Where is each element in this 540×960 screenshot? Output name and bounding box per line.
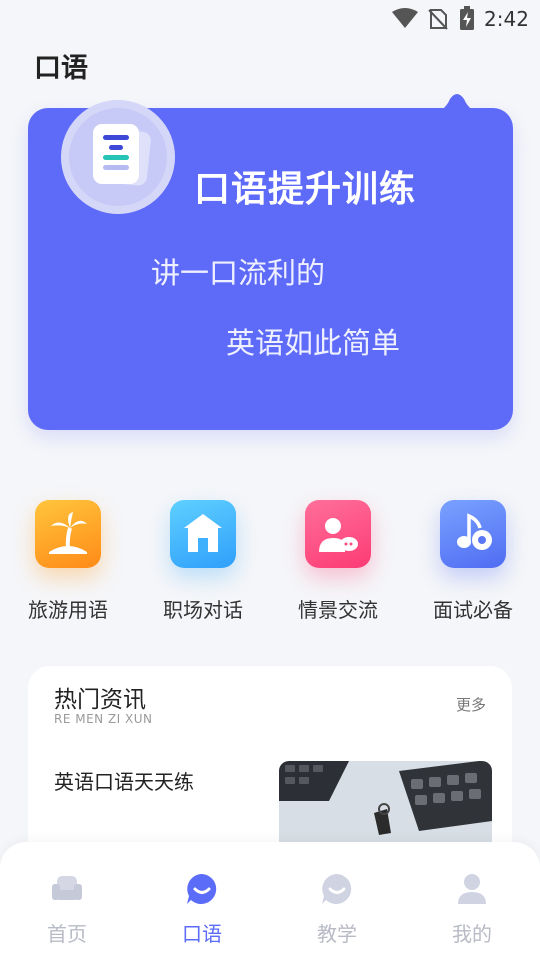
more-link[interactable]: 更多 (456, 694, 486, 715)
document-cards-icon (93, 124, 151, 186)
music-note-icon (457, 513, 492, 550)
nav-label: 口语 (182, 922, 222, 946)
status-time: 2:42 (484, 7, 529, 31)
hero-tagline-2: 英语如此简单 (226, 326, 401, 360)
battery-charging-icon (460, 6, 474, 30)
page-title: 口语 (34, 53, 88, 84)
news-section-title: 热门资讯 (54, 687, 146, 713)
hero-title: 口语提升训练 (194, 169, 417, 210)
nav-label: 我的 (452, 922, 492, 946)
nav-home[interactable]: 首页 (17, 872, 117, 952)
nav-mine[interactable]: 我的 (422, 872, 522, 952)
category-scenario[interactable]: 情景交流 (283, 500, 393, 630)
news-section-subtitle: RE MEN ZI XUN (54, 712, 153, 726)
chat-bubble-icon (187, 874, 217, 904)
palm-tree-icon (49, 512, 87, 554)
category-label: 职场对话 (163, 598, 243, 622)
hero-notch (430, 94, 484, 113)
sofa-icon (52, 876, 82, 900)
category-travel[interactable]: 旅游用语 (13, 500, 123, 630)
chat-bubble-icon (322, 874, 352, 904)
category-interview[interactable]: 面试必备 (418, 500, 528, 630)
building-icon (184, 514, 222, 552)
nav-speaking[interactable]: 口语 (152, 872, 252, 952)
hero-badge (61, 100, 175, 214)
nav-label: 教学 (317, 922, 357, 946)
nav-teaching[interactable]: 教学 (287, 872, 387, 952)
category-label: 情景交流 (298, 598, 378, 622)
person-icon (458, 874, 486, 904)
bottom-nav: 首页 口语 教学 我的 (0, 842, 540, 960)
category-workplace[interactable]: 职场对话 (148, 500, 258, 630)
news-item-title[interactable]: 英语口语天天练 (54, 766, 194, 795)
nav-label: 首页 (47, 922, 87, 946)
category-label: 面试必备 (433, 598, 513, 622)
category-label: 旅游用语 (28, 598, 108, 622)
wifi-icon (392, 8, 418, 28)
no-sim-icon (428, 9, 448, 30)
status-bar: 2:42 (0, 0, 540, 36)
hero-tagline-1: 讲一口流利的 (151, 256, 326, 290)
chat-person-icon (319, 518, 358, 552)
hero-banner[interactable]: 口语提升训练 讲一口流利的 英语如此简单 (28, 94, 513, 430)
